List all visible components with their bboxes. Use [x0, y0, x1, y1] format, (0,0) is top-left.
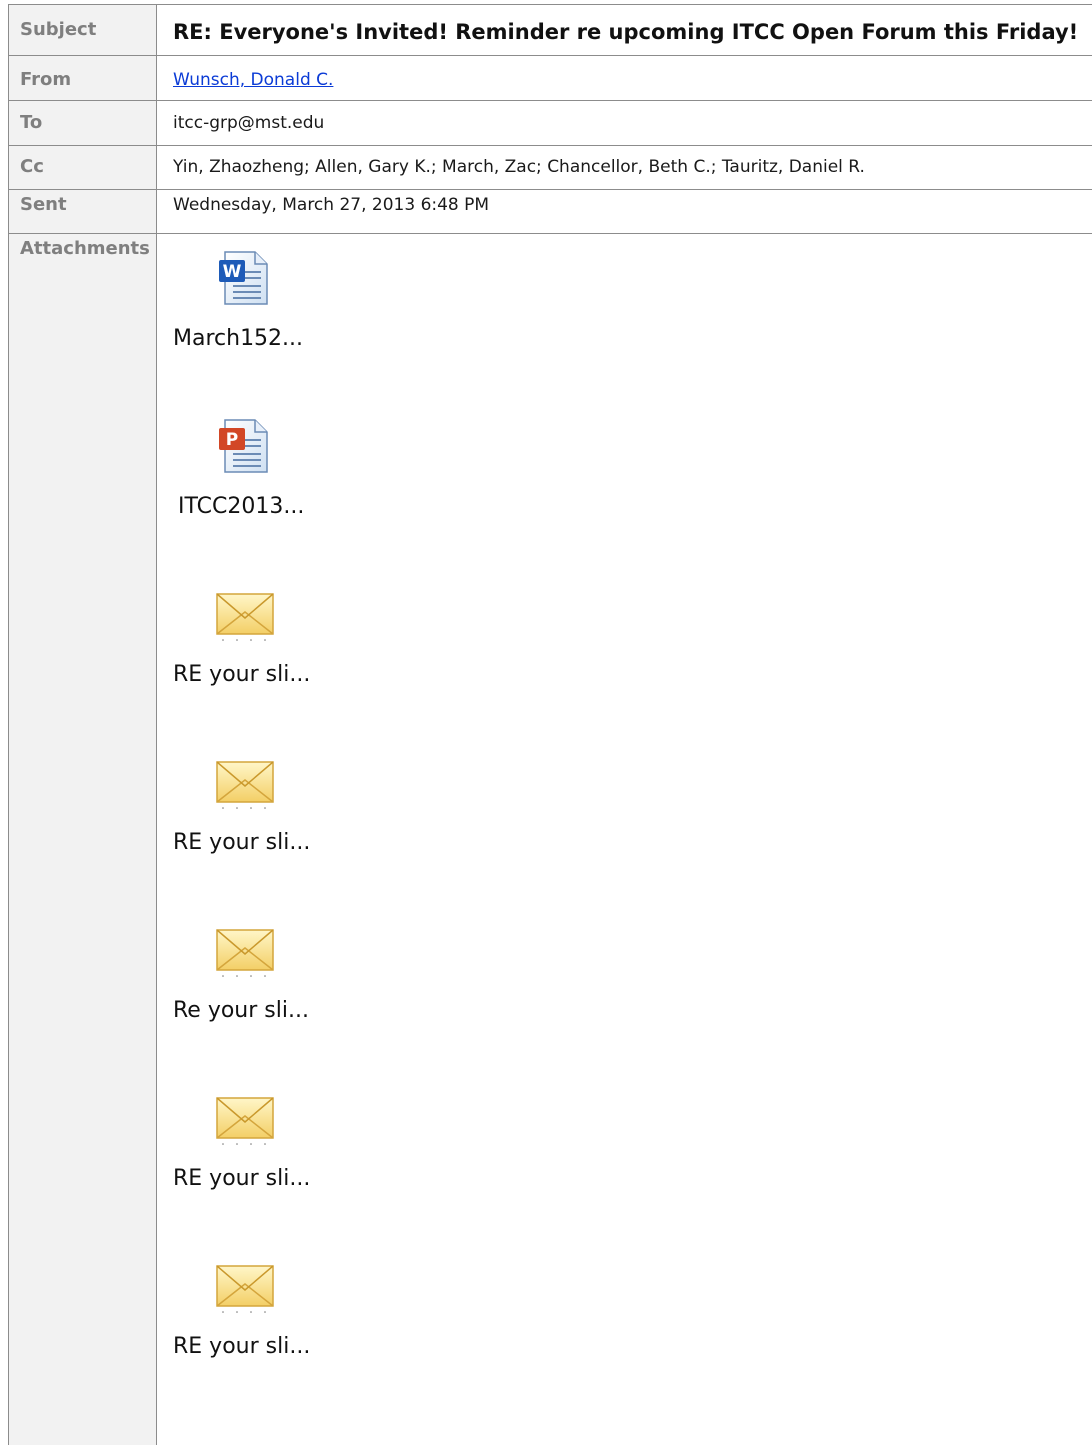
cc-value: Yin, Zhaozheng; Allen, Gary K.; March, Z…: [173, 157, 865, 177]
svg-text:W: W: [223, 262, 242, 282]
subject-row: Subject RE: Everyone's Invited! Reminder…: [8, 4, 1092, 55]
subject-label: Subject: [8, 5, 157, 55]
to-label: To: [8, 101, 157, 145]
email-message-icon: [216, 1265, 274, 1313]
email-message-icon: [216, 593, 274, 641]
from-label: From: [8, 56, 157, 100]
powerpoint-document-icon: P: [219, 419, 268, 473]
attachments-row: Attachments W March152... P ITCC2013...: [8, 233, 1092, 1445]
email-message-icon: [216, 761, 274, 809]
to-row: To itcc-grp@mst.edu: [8, 100, 1092, 145]
from-value: Wunsch, Donald C.: [165, 56, 1092, 100]
email-message-icon: [216, 1097, 274, 1145]
attachment-name: March152...: [173, 326, 304, 351]
svg-text:P: P: [226, 430, 238, 450]
attachment-name: RE your sli...: [173, 830, 311, 855]
attachment-name: RE your sli...: [173, 662, 311, 687]
attachment-name: ITCC2013...: [178, 494, 305, 519]
attachment-name: RE your sli...: [173, 1334, 311, 1359]
from-sender-link[interactable]: Wunsch, Donald C.: [173, 70, 333, 90]
attachments-list: W March152... P ITCC2013... RE your sli.…: [165, 234, 1092, 1445]
email-message-icon: [216, 929, 274, 977]
sent-row: Sent Wednesday, March 27, 2013 6:48 PM: [8, 189, 1092, 233]
sent-value: Wednesday, March 27, 2013 6:48 PM: [173, 195, 490, 215]
to-value: itcc-grp@mst.edu: [173, 113, 325, 133]
attachment-name: Re your sli...: [173, 998, 309, 1023]
sent-label: Sent: [8, 190, 157, 233]
attachments-label: Attachments: [8, 234, 157, 1445]
word-document-icon: W: [219, 251, 268, 305]
cc-label: Cc: [8, 146, 157, 189]
attachment-name: RE your sli...: [173, 1166, 311, 1191]
from-row: From Wunsch, Donald C.: [8, 55, 1092, 100]
subject-value: RE: Everyone's Invited! Reminder re upco…: [173, 20, 1079, 44]
cc-row: Cc Yin, Zhaozheng; Allen, Gary K.; March…: [8, 145, 1092, 189]
